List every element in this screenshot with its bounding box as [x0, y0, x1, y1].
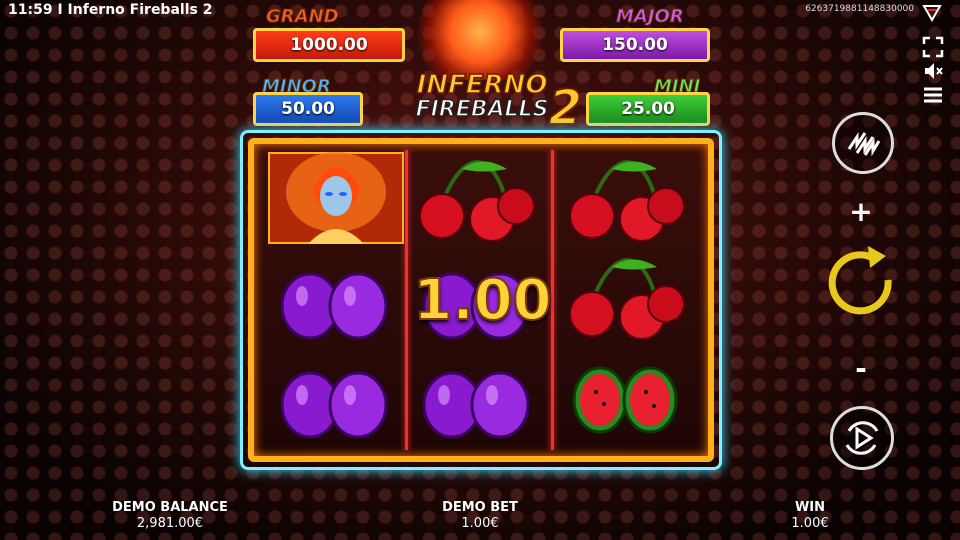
fullscreen-icon[interactable] — [922, 36, 944, 58]
grand-label: GRAND — [266, 6, 340, 28]
win-value: 1.00€ — [791, 516, 829, 531]
symbol-plum — [270, 256, 410, 351]
game-title: Inferno Fireballs 2 — [67, 2, 213, 18]
spin-button[interactable] — [818, 240, 908, 330]
autoplay-button[interactable] — [830, 406, 894, 470]
minor-value: 50.00 — [253, 92, 363, 126]
bet-value[interactable]: 1.00€ — [410, 516, 550, 531]
grand-value: 1000.00 — [253, 28, 405, 62]
status-title: 11:59 I Inferno Fireballs 2 — [8, 2, 212, 18]
session-id: 6263719881148830000 — [805, 4, 914, 14]
symbol-cherry — [412, 154, 552, 249]
mini-value: 25.00 — [586, 92, 710, 126]
menu-icon[interactable] — [922, 84, 944, 106]
balance-value: 2,981.00€ — [136, 516, 204, 531]
win-label: WIN — [794, 500, 826, 515]
bet-label: DEMO BET — [442, 500, 518, 515]
win-overlay-amount: 1.00 — [412, 267, 552, 334]
symbol-plum — [270, 355, 410, 450]
game-logo: INFERNO FIREBALLS 2 — [382, 71, 583, 137]
autoplay-icon — [845, 421, 879, 455]
symbol-cherry — [562, 154, 702, 249]
major-label: MAJOR — [616, 6, 685, 28]
symbol-watermelon — [562, 352, 702, 447]
balance-label: DEMO BALANCE — [112, 500, 228, 515]
turbo-button[interactable] — [832, 112, 894, 174]
title-separator: I — [57, 2, 63, 18]
sound-muted-icon[interactable] — [922, 60, 944, 82]
symbol-plum — [412, 355, 552, 450]
major-value: 150.00 — [560, 28, 710, 62]
symbol-cherry — [562, 252, 702, 347]
decrease-bet-button[interactable]: - — [848, 352, 874, 385]
clock: 11:59 — [8, 2, 53, 18]
symbol-fire-girl — [268, 152, 404, 244]
logo-number: 2 — [548, 79, 583, 137]
increase-bet-button[interactable]: + — [848, 195, 874, 228]
brand-logo-icon — [922, 5, 942, 22]
fireball-art — [410, 0, 550, 80]
turbo-icon — [847, 132, 881, 157]
